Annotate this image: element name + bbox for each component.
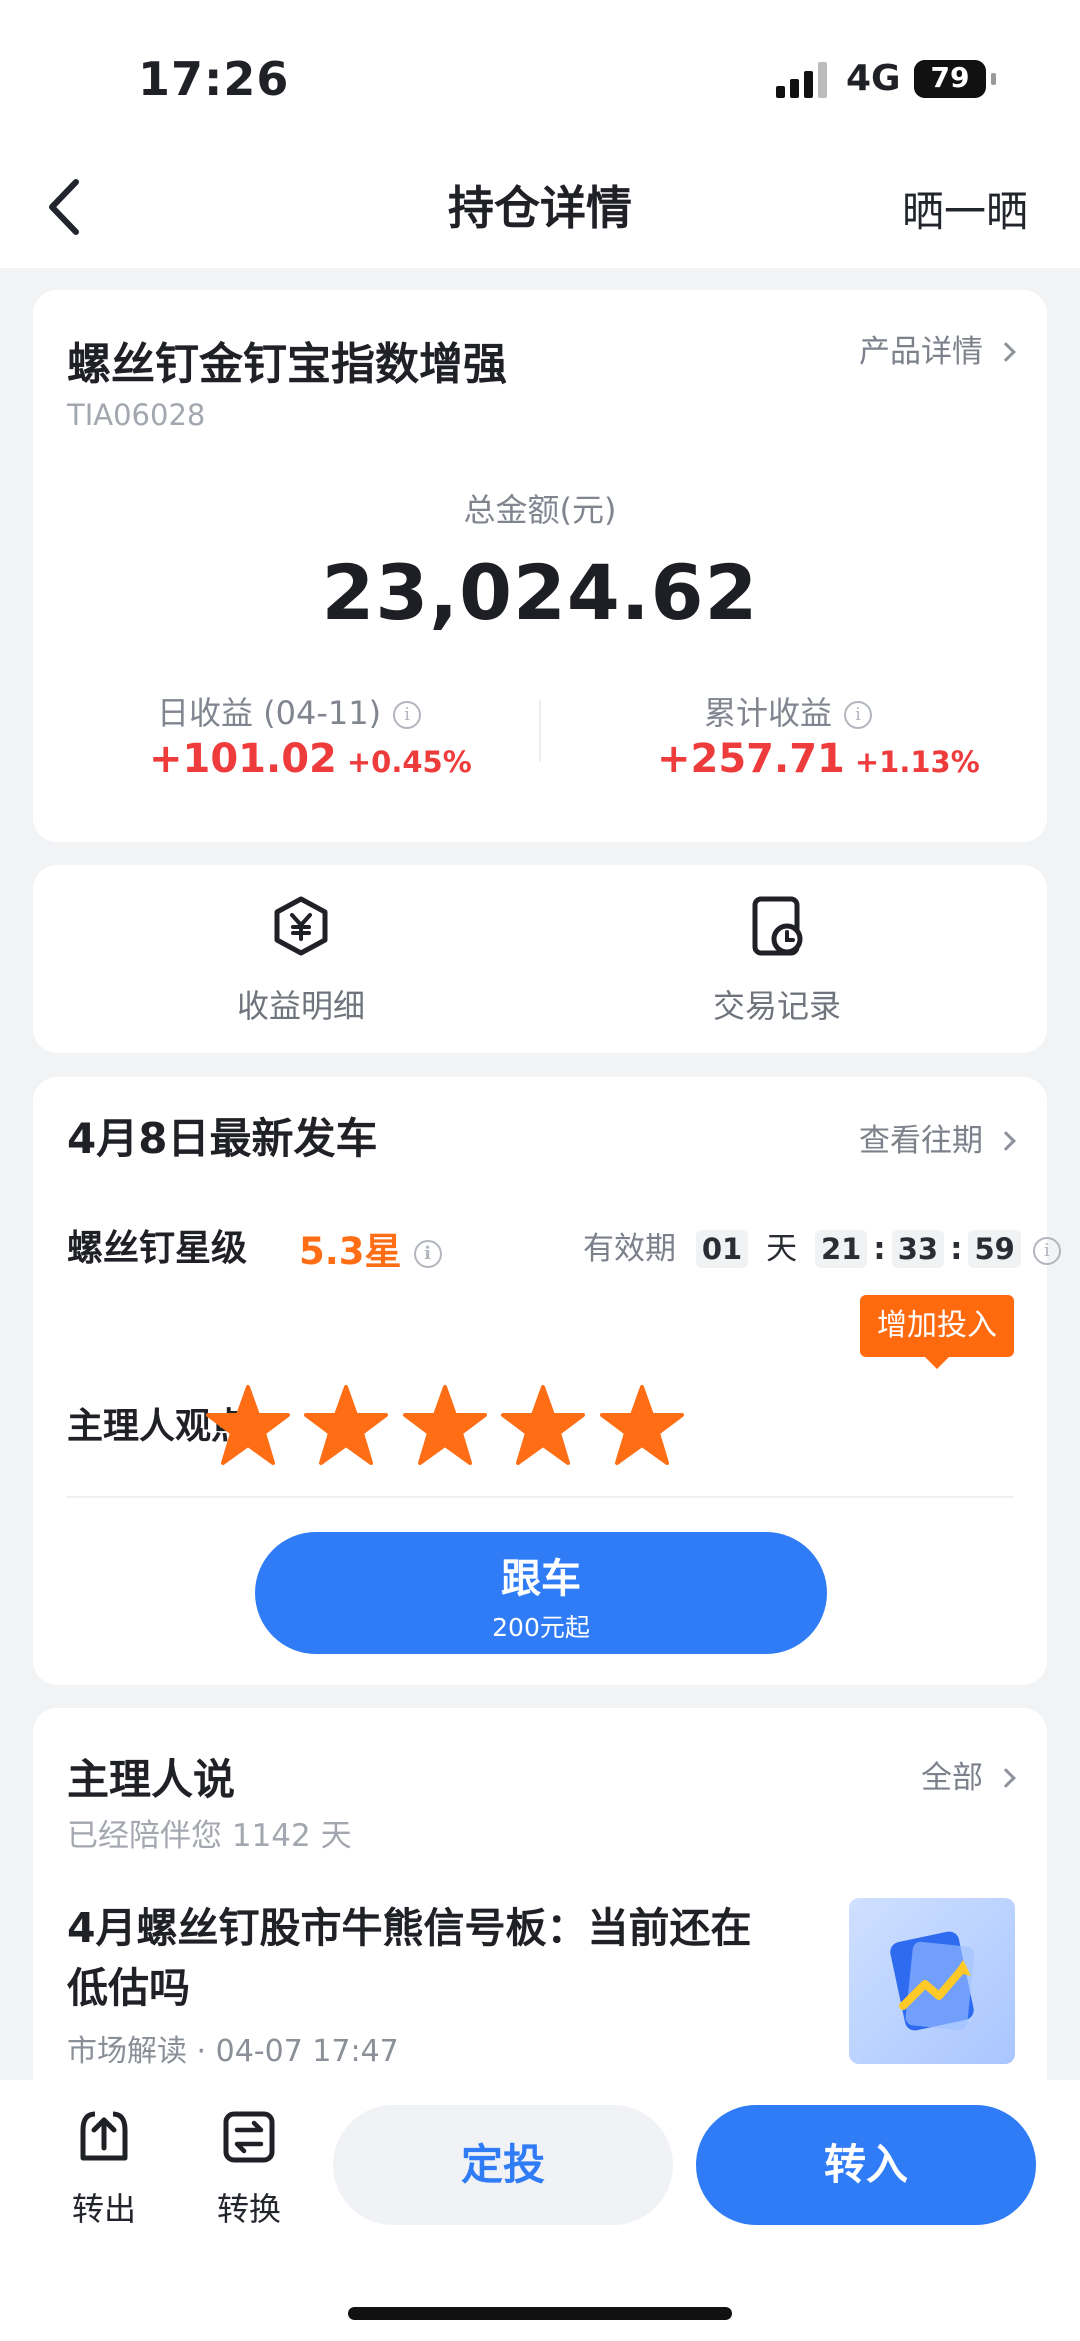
daily-gain-percent: +0.45%	[346, 745, 472, 779]
rating-value-group: 5.3星 i	[299, 1221, 442, 1275]
battery-level: 79	[930, 61, 970, 94]
home-indicator[interactable]	[348, 2307, 732, 2320]
transfer-out-label: 转出	[71, 2190, 136, 2228]
product-detail-label: 产品详情	[859, 334, 983, 370]
manager-title: 主理人说	[67, 1755, 236, 1804]
rating-value: 5.3星	[299, 1230, 402, 1273]
cumulative-gain: +257.71 +1.13%	[657, 736, 980, 782]
countdown-days: 01	[695, 1230, 749, 1268]
follow-button-sublabel: 200元起	[492, 1613, 590, 1642]
total-amount-label: 总金额(元)	[463, 491, 617, 529]
chevron-right-icon	[996, 1767, 1016, 1788]
rating-label: 螺丝钉星级	[67, 1228, 248, 1269]
add-investment-tag: 增加投入	[860, 1295, 1014, 1369]
follow-button-label: 跟车	[501, 1556, 581, 1602]
colon: :	[873, 1231, 886, 1267]
manager-card: 主理人说 全部 已经陪伴您 1142 天 4月螺丝钉股市牛熊信号板：当前还在低估…	[33, 1708, 1047, 2108]
transaction-record-label: 交易记录	[712, 987, 841, 1025]
validity-countdown: 有效期 01 天 21:33:59 i	[583, 1223, 1061, 1268]
colon: :	[950, 1231, 963, 1267]
article-thumbnail[interactable]	[849, 1898, 1015, 2064]
transfer-out-button[interactable]: 转出	[49, 2108, 159, 2230]
star-icon	[600, 1385, 684, 1465]
star-icon	[304, 1385, 388, 1465]
transaction-record-button[interactable]: 交易记录	[627, 895, 927, 1027]
switch-label: 转换	[216, 2190, 281, 2228]
follow-button[interactable]: 跟车 200元起	[255, 1532, 827, 1654]
daily-gain-value: +101.02	[149, 736, 337, 782]
cellular-signal-icon	[776, 62, 828, 98]
trend-chart-icon	[890, 1931, 975, 2031]
fund-name: 螺丝钉金钉宝指数增强	[67, 339, 507, 390]
upload-icon	[80, 2111, 128, 2161]
divider	[67, 1496, 1013, 1498]
chevron-right-icon	[996, 341, 1016, 362]
info-icon[interactable]: i	[844, 701, 873, 729]
record-clock-icon	[752, 896, 803, 956]
all-articles-link[interactable]: 全部	[921, 1752, 1016, 1797]
cumulative-gain-value: +257.71	[657, 736, 845, 782]
auto-invest-button[interactable]: 定投	[333, 2105, 673, 2225]
star-icon	[403, 1385, 487, 1465]
info-icon[interactable]: i	[1032, 1236, 1061, 1265]
star-icon	[501, 1385, 585, 1465]
day-unit: 天	[766, 1231, 798, 1267]
share-button[interactable]: 晒一晒	[902, 178, 1028, 239]
divider	[539, 700, 541, 762]
countdown-minutes: 33	[891, 1230, 945, 1268]
daily-gain-label: 日收益 (04-11)	[157, 694, 382, 732]
signal-title: 4月8日最新发车	[67, 1114, 378, 1163]
fund-code: TIA06028	[67, 398, 206, 432]
product-detail-link[interactable]: 产品详情	[859, 326, 1016, 371]
earnings-detail-button[interactable]: 收益明细	[151, 895, 451, 1027]
switch-button[interactable]: 转换	[194, 2108, 304, 2230]
companion-days: 已经陪伴您 1142 天	[67, 1818, 352, 1854]
signal-card: 4月8日最新发车 查看往期 螺丝钉星级 5.3星 i 有效期 01 天 21:33…	[33, 1077, 1061, 1685]
header: 17:26 4G 79 持仓详情 晒一晒	[0, 0, 1080, 268]
daily-gain-label-group: 日收益 (04-11) i	[157, 688, 422, 734]
all-articles-label: 全部	[921, 1760, 983, 1796]
quick-actions-card: 收益明细 交易记录	[33, 865, 1047, 1053]
article-title[interactable]: 4月螺丝钉股市牛熊信号板：当前还在低估吗	[67, 1898, 767, 2018]
daily-gain: +101.02 +0.45%	[149, 736, 472, 782]
history-link[interactable]: 查看往期	[859, 1115, 1016, 1160]
network-type: 4G	[846, 58, 901, 99]
switch-icon	[223, 2111, 275, 2163]
holding-summary-card: 螺丝钉金钉宝指数增强 TIA06028 产品详情 总金额(元) 23,024.6…	[33, 290, 1047, 842]
battery-icon: 79	[914, 60, 996, 98]
history-label: 查看往期	[859, 1123, 983, 1159]
countdown-seconds: 59	[968, 1230, 1021, 1268]
article-meta: 市场解读 · 04-07 17:47	[67, 2034, 399, 2069]
yuan-hexagon-icon	[274, 896, 328, 956]
total-amount-value: 23,024.62	[321, 548, 759, 637]
earnings-detail-label: 收益明细	[236, 987, 365, 1025]
countdown-hours: 21	[814, 1230, 868, 1268]
cumulative-gain-percent: +1.13%	[854, 745, 980, 779]
bottom-action-bar: 转出 转换 定投 转入	[0, 2080, 1080, 2341]
info-icon[interactable]: i	[413, 1239, 442, 1268]
info-icon[interactable]: i	[393, 701, 422, 729]
transfer-in-button[interactable]: 转入	[696, 2105, 1036, 2225]
chevron-right-icon	[996, 1130, 1016, 1151]
cumulative-gain-label-group: 累计收益 i	[704, 688, 873, 734]
star-icon	[206, 1385, 290, 1465]
validity-label: 有效期	[583, 1231, 676, 1267]
status-time: 17:26	[138, 52, 290, 106]
cumulative-gain-label: 累计收益	[704, 694, 833, 732]
